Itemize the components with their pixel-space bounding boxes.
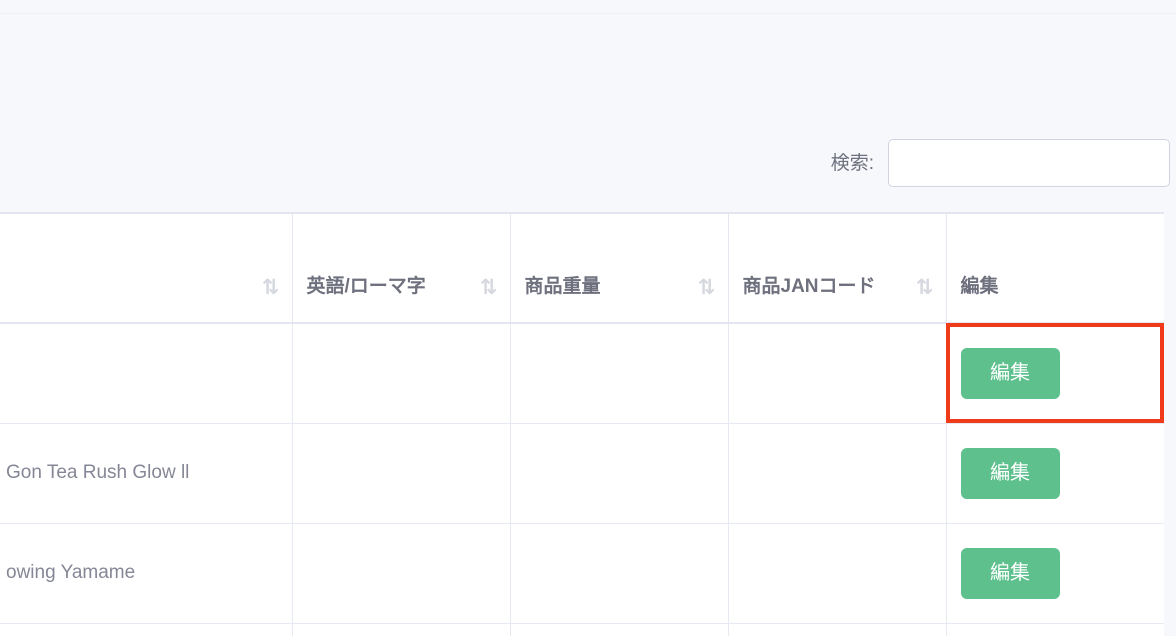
panel-divider xyxy=(0,13,1176,14)
cell-weight xyxy=(510,423,729,524)
cell-name: Gon Tea Rush Glow ll xyxy=(0,423,293,524)
cell-edit: 編集 xyxy=(946,423,1164,524)
column-header-english[interactable]: 英語/ローマ字 ⇅ xyxy=(292,212,511,324)
cell-jan-code xyxy=(728,323,947,424)
cell-english xyxy=(292,423,511,524)
cell-english xyxy=(292,623,511,636)
cell-weight xyxy=(510,623,729,636)
data-table-container: ⇅ 英語/ローマ字 ⇅ 商品重量 ⇅ 商品JANコード ⇅ 編集 編集 Gon … xyxy=(0,212,1164,636)
sort-both-icon[interactable]: ⇅ xyxy=(916,277,934,298)
column-header-weight-label: 商品重量 xyxy=(524,276,601,298)
sort-both-icon[interactable]: ⇅ xyxy=(698,277,716,298)
cell-name: owing Yamame xyxy=(0,523,293,624)
cell-name xyxy=(0,323,293,424)
sort-both-icon[interactable]: ⇅ xyxy=(262,277,280,298)
edit-button[interactable]: 編集 xyxy=(960,547,1060,599)
cell-jan-code xyxy=(728,523,947,624)
search-row: 検索: xyxy=(831,139,1170,187)
table-row: Gon Tea Rush Glow ll 編集 xyxy=(0,423,1164,524)
cell-edit xyxy=(946,623,1164,636)
table-header: ⇅ 英語/ローマ字 ⇅ 商品重量 ⇅ 商品JANコード ⇅ 編集 xyxy=(0,212,1164,324)
table-row: 編集 xyxy=(0,323,1164,424)
edit-button[interactable]: 編集 xyxy=(960,447,1060,499)
column-header-name[interactable]: ⇅ xyxy=(0,212,293,324)
table-header-row: ⇅ 英語/ローマ字 ⇅ 商品重量 ⇅ 商品JANコード ⇅ 編集 xyxy=(0,212,1164,324)
cell-jan-code xyxy=(728,623,947,636)
cell-name-text: Gon Tea Rush Glow ll xyxy=(6,462,190,483)
column-header-english-label: 英語/ローマ字 xyxy=(306,276,426,298)
edit-button[interactable]: 編集 xyxy=(960,347,1060,399)
column-header-jan-code[interactable]: 商品JANコード ⇅ xyxy=(728,212,947,324)
column-header-jan-code-label: 商品JANコード xyxy=(742,276,876,298)
cell-edit: 編集 xyxy=(946,523,1164,624)
cell-edit: 編集 xyxy=(946,323,1164,424)
products-table: ⇅ 英語/ローマ字 ⇅ 商品重量 ⇅ 商品JANコード ⇅ 編集 編集 Gon … xyxy=(0,212,1164,636)
cell-english xyxy=(292,323,511,424)
search-input[interactable] xyxy=(888,139,1170,187)
cell-name xyxy=(0,623,293,636)
sort-both-icon[interactable]: ⇅ xyxy=(480,277,498,298)
column-header-edit-label: 編集 xyxy=(960,276,999,298)
cell-english xyxy=(292,523,511,624)
cell-name-text: owing Yamame xyxy=(6,562,136,583)
cell-weight xyxy=(510,523,729,624)
search-label: 検索: xyxy=(830,152,874,174)
top-panel: 検索: xyxy=(0,0,1176,214)
table-body: 編集 Gon Tea Rush Glow ll 編集 owing Yamame xyxy=(0,323,1164,636)
table-row xyxy=(0,623,1164,636)
column-header-edit: 編集 xyxy=(946,212,1164,324)
cell-weight xyxy=(510,323,729,424)
cell-jan-code xyxy=(728,423,947,524)
table-row: owing Yamame 編集 xyxy=(0,523,1164,624)
column-header-weight[interactable]: 商品重量 ⇅ xyxy=(510,212,729,324)
